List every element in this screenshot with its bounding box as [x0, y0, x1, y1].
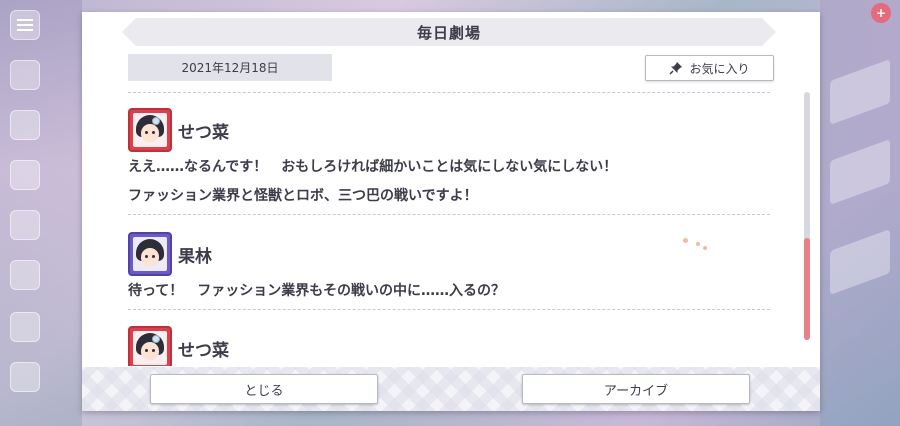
speaker-name: 果林 [178, 246, 212, 267]
speaker-name: せつ菜 [178, 122, 229, 143]
speaker-name: せつ菜 [178, 340, 229, 361]
daily-theater-dialog: 毎日劇場 2021年12月18日 お気に入り せつ菜 ええ……なるんです！ おも… [82, 12, 820, 411]
dialogue-line: 待って！ ファッション業界もその戦いの中に……入るの？ [128, 283, 506, 299]
favorite-button-label: お気に入り [689, 61, 750, 76]
separator [128, 214, 770, 215]
gift-icon[interactable] [10, 160, 40, 190]
speaker-row: せつ菜 [128, 326, 770, 366]
notification-badge[interactable]: + [871, 3, 891, 23]
dialogue-entry: せつ菜 [128, 326, 770, 366]
dialogue-log[interactable]: せつ菜 ええ……なるんです！ おもしろければ細かいことは気にしない気にしない！ … [128, 96, 774, 366]
speaker-row: 果林 [128, 232, 770, 276]
info-icon[interactable] [10, 60, 40, 90]
sparkle-decoration [696, 242, 700, 246]
dialogue-entry: せつ菜 ええ……なるんです！ おもしろければ細かいことは気にしない気にしない！ … [128, 108, 770, 211]
dialog-title: 毎日劇場 [416, 23, 481, 42]
date-label: 2021年12月18日 [128, 54, 332, 81]
dialog-title-bar: 毎日劇場 [122, 18, 776, 46]
pin-icon [669, 62, 683, 75]
favorite-button[interactable]: お気に入り [645, 55, 774, 81]
setsuna-avatar [128, 108, 172, 152]
sparkle-decoration [703, 246, 707, 250]
mission-icon[interactable] [10, 210, 40, 240]
speaker-row: せつ菜 [128, 108, 770, 152]
menu-icon[interactable] [10, 10, 40, 40]
separator [128, 309, 770, 310]
dialogue-line: ええ……なるんです！ おもしろければ細かいことは気にしない気にしない！ [128, 159, 618, 175]
item-icon[interactable] [10, 362, 40, 392]
sparkle-decoration [683, 238, 688, 243]
close-button[interactable]: とじる [150, 374, 378, 404]
dialogue-entry: 果林 待って！ ファッション業界もその戦いの中に……入るの？ [128, 232, 770, 306]
separator [128, 92, 770, 93]
event-icon[interactable] [10, 110, 40, 140]
camera-icon[interactable] [10, 260, 40, 290]
karin-avatar [128, 232, 172, 276]
scrollbar-thumb[interactable] [804, 238, 810, 340]
fullscreen-icon[interactable] [10, 312, 40, 342]
dialogue-line: ファッション業界と怪獣とロボ、三つ巴の戦いですよ！ [128, 188, 478, 204]
background-sidebar [0, 0, 82, 426]
setsuna-avatar [128, 326, 172, 366]
archive-button[interactable]: アーカイブ [522, 374, 750, 404]
